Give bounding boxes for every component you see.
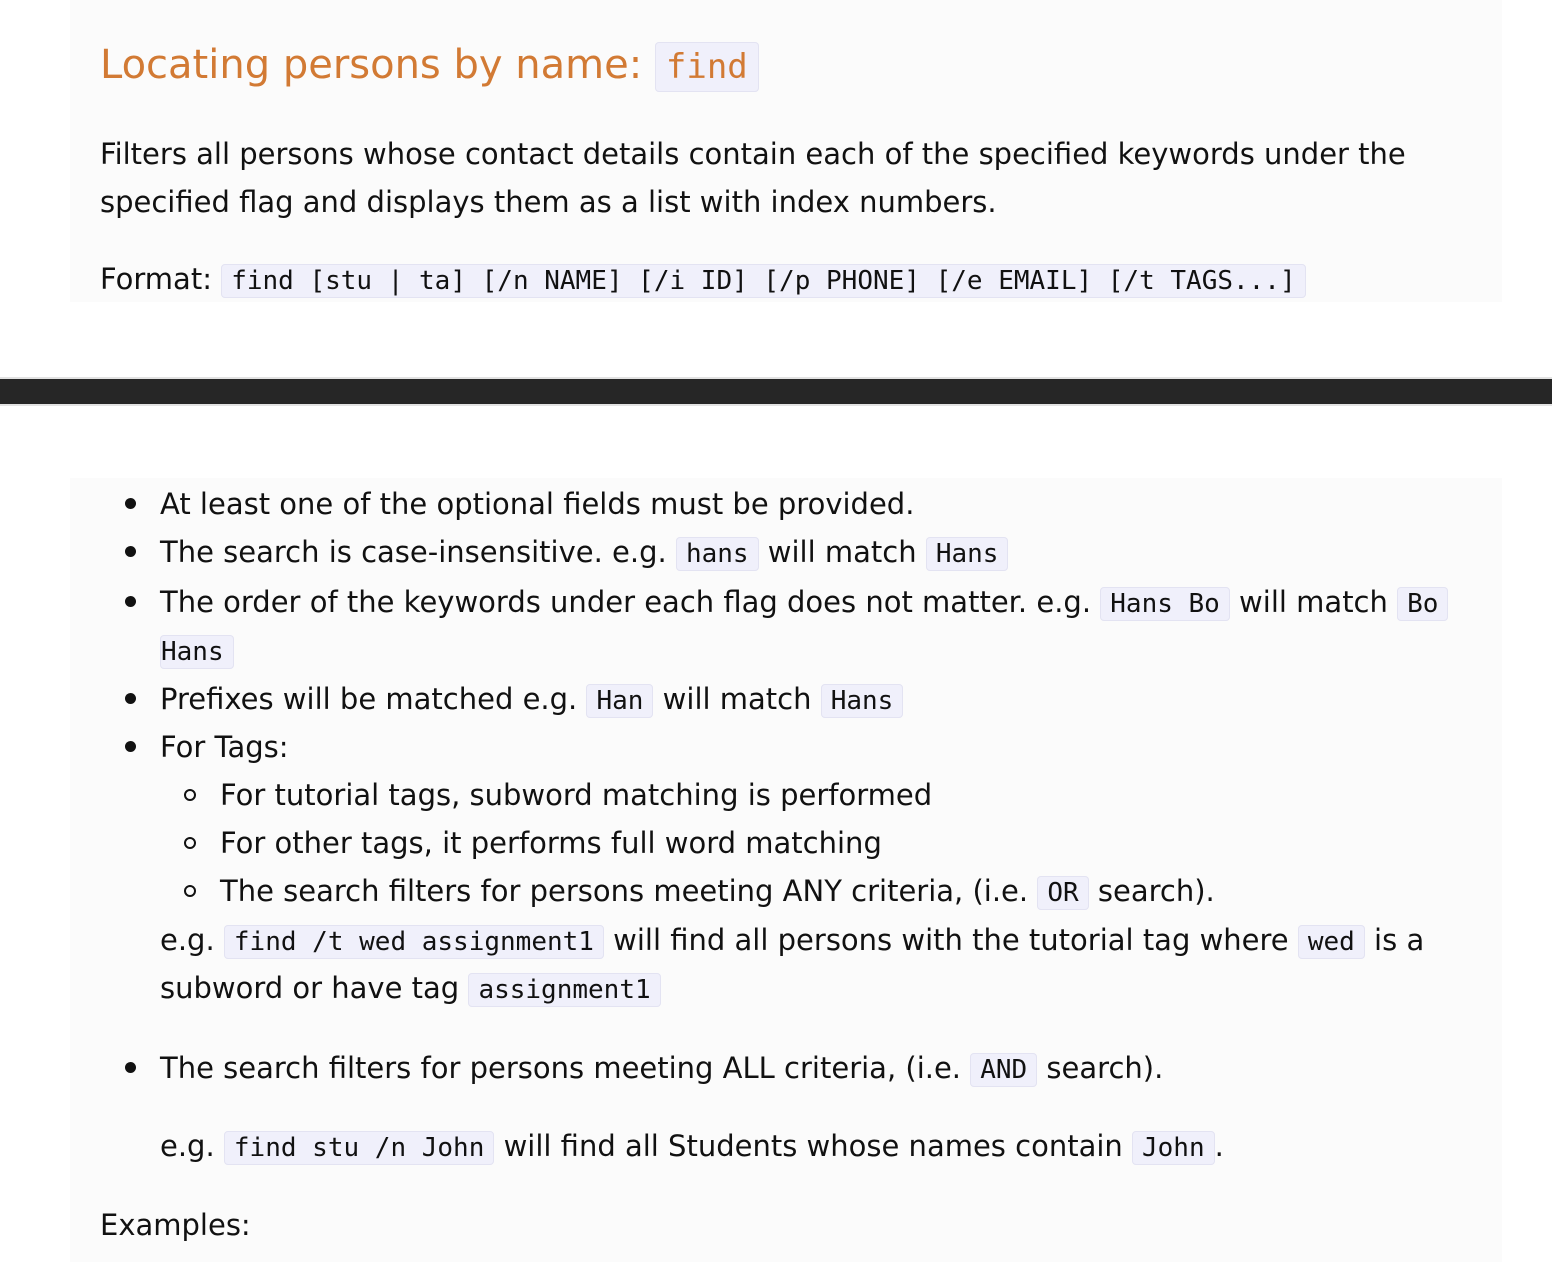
note-item-optional-fields: At least one of the optional fields must… <box>160 487 915 521</box>
note-text: e.g. <box>160 923 224 957</box>
inline-code: Han <box>586 684 654 718</box>
sub-bullet-icon <box>184 789 196 801</box>
description-line-1: Filters all persons whose contact detail… <box>100 137 1406 171</box>
sub-item-any-criteria: The search filters for persons meeting A… <box>220 867 1215 917</box>
note-text: will match <box>653 682 821 716</box>
note-text: search). <box>1088 874 1215 908</box>
section-heading: Locating persons by name: find <box>100 34 759 98</box>
inline-code: find /t wed assignment1 <box>223 925 604 959</box>
note-text: subword or have tag <box>160 971 469 1005</box>
note-item-keyword-order: The order of the keywords under each fla… <box>160 578 1449 628</box>
note-text: . <box>1214 1129 1224 1163</box>
divider-bar <box>0 379 1552 404</box>
bullet-icon <box>125 741 136 752</box>
note-text: will match <box>1229 585 1398 619</box>
all-criteria-example: e.g. find stu /n John will find all Stud… <box>160 1122 1224 1172</box>
divider-light-bottom <box>0 404 1552 406</box>
note-text: search). <box>1037 1051 1164 1085</box>
inline-code: OR <box>1037 876 1089 910</box>
bullet-icon <box>125 1062 136 1073</box>
sub-item-other-tags: For other tags, it performs full word ma… <box>220 826 882 860</box>
inline-code: Hans <box>160 635 234 669</box>
note-text: The search is case-insensitive. e.g. <box>160 535 676 569</box>
note-text: will match <box>758 535 926 569</box>
section-heading-text: Locating persons by name: <box>100 42 655 88</box>
bullet-icon <box>125 596 136 607</box>
format-code: find [stu | ta] [/n NAME] [/i ID] [/p PH… <box>221 264 1306 298</box>
note-text: The search filters for persons meeting A… <box>160 1051 971 1085</box>
tags-example-line-1: e.g. find /t wed assignment1 will find a… <box>160 916 1424 966</box>
note-item-keyword-order-wrap: Hans <box>160 626 234 676</box>
note-item-tags: For Tags: <box>160 730 289 764</box>
note-text: The order of the keywords under each fla… <box>160 585 1101 619</box>
inline-code: find stu /n John <box>223 1131 495 1165</box>
inline-code: John <box>1132 1131 1215 1165</box>
bullet-icon <box>125 693 136 704</box>
inline-code: Bo <box>1397 587 1449 621</box>
sub-item-tutorial-tags: For tutorial tags, subword matching is p… <box>220 778 933 812</box>
inline-code: hans <box>675 537 759 571</box>
inline-code: Hans <box>925 537 1009 571</box>
tags-example-line-2: subword or have tag assignment1 <box>160 964 661 1014</box>
bullet-icon <box>125 498 136 509</box>
inline-code: assignment1 <box>468 973 661 1007</box>
note-item-case-insensitive: The search is case-insensitive. e.g. han… <box>160 528 1009 578</box>
note-item-all-criteria: The search filters for persons meeting A… <box>160 1044 1163 1094</box>
sub-bullet-icon <box>184 837 196 849</box>
bullet-icon <box>125 546 136 557</box>
inline-code: Hans <box>820 684 904 718</box>
inline-code: Hans Bo <box>1100 587 1230 621</box>
note-text: will find all persons with the tutorial … <box>603 923 1298 957</box>
note-text: Prefixes will be matched e.g. <box>160 682 587 716</box>
note-text: e.g. <box>160 1129 224 1163</box>
note-text: will find all Students whose names conta… <box>494 1129 1132 1163</box>
note-text: is a <box>1364 923 1425 957</box>
note-text: The search filters for persons meeting A… <box>220 874 1038 908</box>
inline-code: AND <box>970 1053 1038 1087</box>
heading-command-code: find <box>654 42 759 92</box>
inline-code: wed <box>1297 925 1365 959</box>
description-line-2: specified flag and displays them as a li… <box>100 185 997 219</box>
note-item-prefixes: Prefixes will be matched e.g. Han will m… <box>160 675 904 725</box>
examples-label: Examples: <box>100 1208 251 1242</box>
format-line: Format: find [stu | ta] [/n NAME] [/i ID… <box>100 255 1306 305</box>
format-label: Format: <box>100 262 222 296</box>
sub-bullet-icon <box>184 885 196 897</box>
